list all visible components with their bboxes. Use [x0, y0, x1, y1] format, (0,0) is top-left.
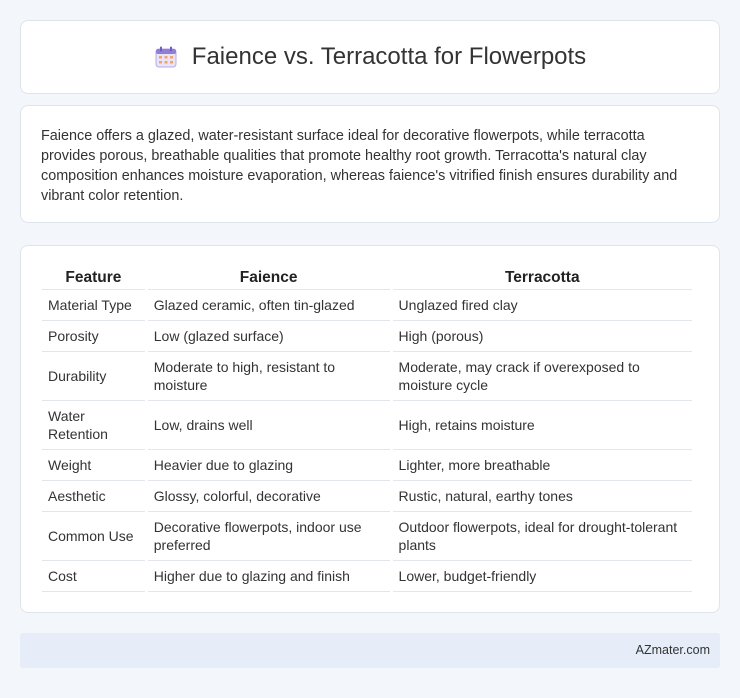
page-title: Faience vs. Terracotta for Flowerpots — [191, 43, 587, 70]
terracotta-cell: Outdoor flowerpots, ideal for drought-to… — [392, 512, 692, 561]
feature-cell: Weight — [42, 450, 145, 481]
summary-card: Faience offers a glazed, water-resistant… — [20, 105, 720, 223]
feature-cell: Porosity — [42, 321, 145, 352]
footer-brand: AZmater.com — [635, 643, 710, 657]
terracotta-cell: High, retains moisture — [392, 401, 692, 450]
feature-cell: Water Retention — [42, 401, 145, 450]
summary-text: Faience offers a glazed, water-resistant… — [41, 128, 678, 204]
faience-cell: Decorative flowerpots, indoor use prefer… — [147, 512, 390, 561]
comparison-card: Feature Faience Terracotta Material Type… — [20, 245, 720, 613]
faience-cell: Glazed ceramic, often tin-glazed — [147, 290, 390, 321]
terracotta-cell: Lower, budget-friendly — [392, 561, 692, 592]
feature-cell: Durability — [42, 352, 145, 401]
footer: AZmater.com — [20, 633, 720, 668]
terracotta-cell: Lighter, more breathable — [392, 450, 692, 481]
table-row: Material Type Glazed ceramic, often tin-… — [42, 290, 692, 321]
header-faience: Faience — [147, 265, 390, 290]
terracotta-cell: Moderate, may crack if overexposed to mo… — [392, 352, 692, 401]
feature-cell: Aesthetic — [42, 481, 145, 512]
table-row: Water Retention Low, drains well High, r… — [42, 401, 692, 450]
faience-cell: Higher due to glazing and finish — [147, 561, 390, 592]
faience-cell: Low (glazed surface) — [147, 321, 390, 352]
header-terracotta: Terracotta — [392, 265, 692, 290]
header-feature: Feature — [42, 265, 145, 290]
terracotta-cell: Rustic, natural, earthy tones — [392, 481, 692, 512]
faience-cell: Heavier due to glazing — [147, 450, 390, 481]
faience-cell: Low, drains well — [147, 401, 390, 450]
table-row: Weight Heavier due to glazing Lighter, m… — [42, 450, 692, 481]
table-row: Common Use Decorative flowerpots, indoor… — [42, 512, 692, 561]
feature-cell: Material Type — [42, 290, 145, 321]
table-header-row: Feature Faience Terracotta — [42, 265, 692, 290]
table-row: Aesthetic Glossy, colorful, decorative R… — [42, 481, 692, 512]
faience-cell: Moderate to high, resistant to moisture — [147, 352, 390, 401]
terracotta-cell: High (porous) — [392, 321, 692, 352]
terracotta-cell: Unglazed fired clay — [392, 290, 692, 321]
title-card: Faience vs. Terracotta for Flowerpots — [20, 20, 720, 94]
feature-cell: Cost — [42, 561, 145, 592]
table-row: Durability Moderate to high, resistant t… — [42, 352, 692, 401]
table-row: Cost Higher due to glazing and finish Lo… — [42, 561, 692, 592]
table-row: Porosity Low (glazed surface) High (poro… — [42, 321, 692, 352]
faience-cell: Glossy, colorful, decorative — [147, 481, 390, 512]
comparison-table: Feature Faience Terracotta Material Type… — [39, 265, 695, 592]
feature-cell: Common Use — [42, 512, 145, 561]
calendar-icon — [154, 45, 178, 69]
